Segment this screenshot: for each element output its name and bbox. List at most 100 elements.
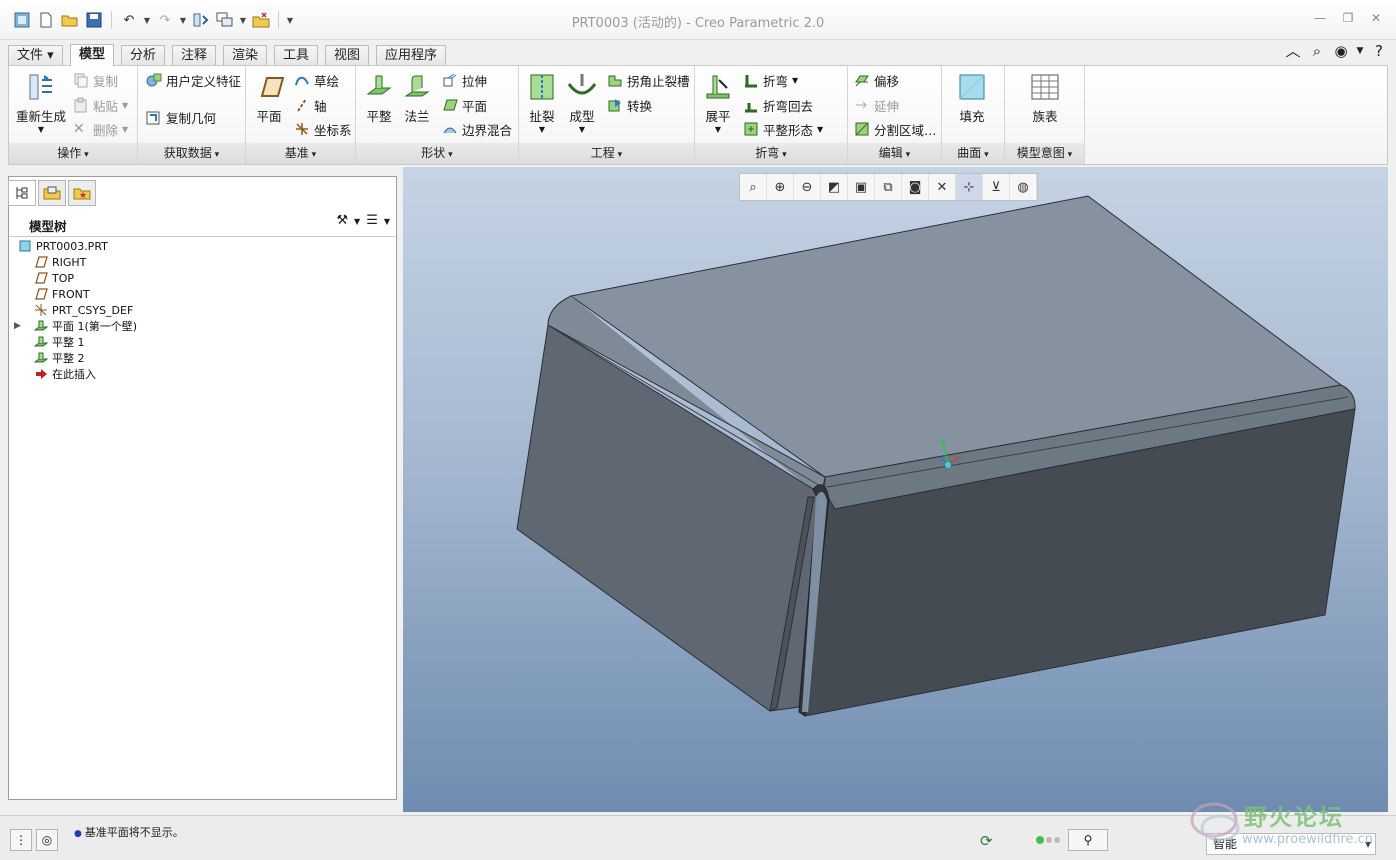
- planar-button[interactable]: 平面: [442, 95, 487, 115]
- tree-item[interactable]: PRT_CSYS_DEF: [14, 302, 384, 318]
- group-label[interactable]: 操作: [9, 143, 137, 164]
- family-table-icon: [1030, 72, 1060, 102]
- rip-button[interactable]: 扯裂 ▼: [525, 72, 559, 134]
- zoom-out-icon[interactable]: ⊖: [794, 174, 821, 200]
- group-label[interactable]: 工程: [519, 143, 694, 164]
- flange-button[interactable]: 法兰: [400, 72, 434, 125]
- view-manager-icon[interactable]: ◙: [902, 174, 929, 200]
- tree-item[interactable]: 在此插入: [14, 366, 384, 382]
- spin-center-icon[interactable]: ⊹: [956, 174, 983, 200]
- show-icon[interactable]: ☰: [366, 213, 378, 231]
- favorites-tab-icon[interactable]: ★: [68, 180, 96, 206]
- chevron-down-icon[interactable]: ▼: [354, 213, 360, 231]
- find-icon[interactable]: ⚲: [1068, 829, 1108, 851]
- group-label[interactable]: 模型意图: [1005, 143, 1084, 164]
- tree-item[interactable]: FRONT: [14, 286, 384, 302]
- chevron-down-icon: ▼: [792, 75, 799, 85]
- csys-button[interactable]: 坐标系: [294, 119, 352, 139]
- paste-button[interactable]: 粘贴 ▼: [73, 95, 128, 115]
- family-table-label: 族表: [1032, 109, 1058, 124]
- axis-button[interactable]: 轴: [294, 95, 327, 115]
- tab-view[interactable]: 视图: [325, 45, 370, 66]
- regenerate-button[interactable]: 重新生成 ▼: [15, 72, 67, 134]
- flange-icon: [402, 72, 432, 102]
- tab-file[interactable]: 文件 ▾: [8, 45, 63, 66]
- maximize-icon[interactable]: ❐: [1338, 8, 1358, 28]
- tab-render[interactable]: 渲染: [223, 45, 268, 66]
- flat-wall-icon: [33, 319, 49, 333]
- bend-button[interactable]: 折弯 ▼: [743, 70, 798, 90]
- settings-icon[interactable]: ⚒: [336, 213, 348, 231]
- insert-here-icon: [34, 367, 48, 381]
- form-button[interactable]: 成型 ▼: [565, 72, 599, 134]
- corner-relief-button[interactable]: 拐角止裂槽: [607, 70, 690, 90]
- appearance-icon[interactable]: ◍: [1010, 174, 1037, 200]
- fill-button[interactable]: 填充: [952, 72, 992, 125]
- refit-icon[interactable]: ⌕: [740, 174, 767, 200]
- unbend-button[interactable]: 展平 ▼: [701, 72, 735, 134]
- expand-arrow-icon[interactable]: ▶: [14, 321, 24, 331]
- sheetmetal-model[interactable]: [403, 167, 1388, 812]
- tree-item[interactable]: ▶ 平面 1(第一个壁): [14, 318, 384, 334]
- repaint-icon[interactable]: ◩: [821, 174, 848, 200]
- copy-geometry-button[interactable]: 复制几何: [146, 107, 216, 127]
- chevron-down-icon: ▼: [122, 124, 129, 134]
- flat-wall-button[interactable]: 平整: [362, 72, 396, 125]
- sketch-button[interactable]: 草绘: [294, 70, 339, 90]
- browser-toggle-icon[interactable]: ◎: [36, 829, 58, 851]
- search-icon[interactable]: ⌕: [1308, 42, 1326, 60]
- extrude-button[interactable]: 拉伸: [442, 70, 487, 90]
- model-tree-tab-icon[interactable]: [8, 180, 36, 206]
- tab-applications[interactable]: 应用程序: [376, 45, 447, 66]
- tab-annotate[interactable]: 注释: [172, 45, 217, 66]
- tab-model[interactable]: 模型: [70, 44, 115, 66]
- copy-button[interactable]: 复制: [73, 70, 118, 90]
- ribbon: 重新生成 ▼ 复制 粘贴 ▼ ✕ 删除 ▼ 操作 用户定义特征 复制几何 获取数…: [8, 65, 1388, 165]
- navigator-toggle-icon[interactable]: ⋮: [10, 829, 32, 851]
- split-area-button[interactable]: 分割区域…: [854, 119, 937, 139]
- flat-pattern-button[interactable]: 平整形态 ▼: [743, 119, 823, 139]
- datum-display-icon[interactable]: ✕: [929, 174, 956, 200]
- boundary-blend-button[interactable]: 边界混合: [442, 119, 512, 139]
- family-table-button[interactable]: 族表: [1025, 72, 1065, 125]
- udf-button[interactable]: 用户定义特征: [146, 70, 241, 90]
- tab-tools[interactable]: 工具: [274, 45, 319, 66]
- folder-browser-tab-icon[interactable]: [38, 180, 66, 206]
- minimize-icon[interactable]: —: [1310, 8, 1330, 28]
- close-icon[interactable]: ✕: [1366, 8, 1386, 28]
- tree-item[interactable]: 平整 1: [14, 334, 384, 350]
- group-label[interactable]: 折弯: [695, 143, 847, 164]
- group-label[interactable]: 基准: [246, 143, 355, 164]
- extend-button[interactable]: 延伸: [854, 95, 899, 115]
- group-editing: 偏移 延伸 分割区域… 编辑: [848, 66, 942, 164]
- regeneration-status-icon[interactable]: ⟳: [980, 832, 993, 850]
- zoom-in-icon[interactable]: ⊕: [767, 174, 794, 200]
- chevron-down-icon[interactable]: ▼: [1356, 46, 1364, 56]
- group-label[interactable]: 形状: [356, 143, 518, 164]
- tree-item[interactable]: RIGHT: [14, 254, 384, 270]
- annotation-display-icon[interactable]: ⊻: [983, 174, 1010, 200]
- group-operations: 重新生成 ▼ 复制 粘贴 ▼ ✕ 删除 ▼ 操作: [9, 66, 138, 164]
- group-model-intent: 族表 模型意图: [1005, 66, 1085, 164]
- saved-orientations-icon[interactable]: ⧉: [875, 174, 902, 200]
- group-label[interactable]: 获取数据: [138, 143, 245, 164]
- bend-back-button[interactable]: 折弯回去: [743, 95, 813, 115]
- offset-button[interactable]: 偏移: [854, 70, 899, 90]
- display-style-icon[interactable]: ▣: [848, 174, 875, 200]
- tree-item[interactable]: PRT0003.PRT: [14, 238, 384, 254]
- flat-wall-icon: [364, 72, 394, 102]
- community-icon[interactable]: ◉: [1332, 42, 1350, 60]
- plane-button[interactable]: 平面: [252, 72, 286, 125]
- tab-analysis[interactable]: 分析: [121, 45, 166, 66]
- group-label[interactable]: 编辑: [848, 143, 941, 164]
- chevron-down-icon[interactable]: ▼: [384, 213, 390, 231]
- flange-label: 法兰: [404, 109, 430, 124]
- graphics-viewport[interactable]: [403, 167, 1388, 812]
- collapse-ribbon-icon[interactable]: ︿: [1284, 40, 1302, 61]
- tree-item[interactable]: 平整 2: [14, 350, 384, 366]
- help-icon[interactable]: ?: [1370, 42, 1388, 60]
- delete-button[interactable]: ✕ 删除 ▼: [73, 119, 128, 139]
- convert-button[interactable]: 转换: [607, 95, 652, 115]
- tree-item[interactable]: TOP: [14, 270, 384, 286]
- group-label[interactable]: 曲面: [942, 143, 1004, 164]
